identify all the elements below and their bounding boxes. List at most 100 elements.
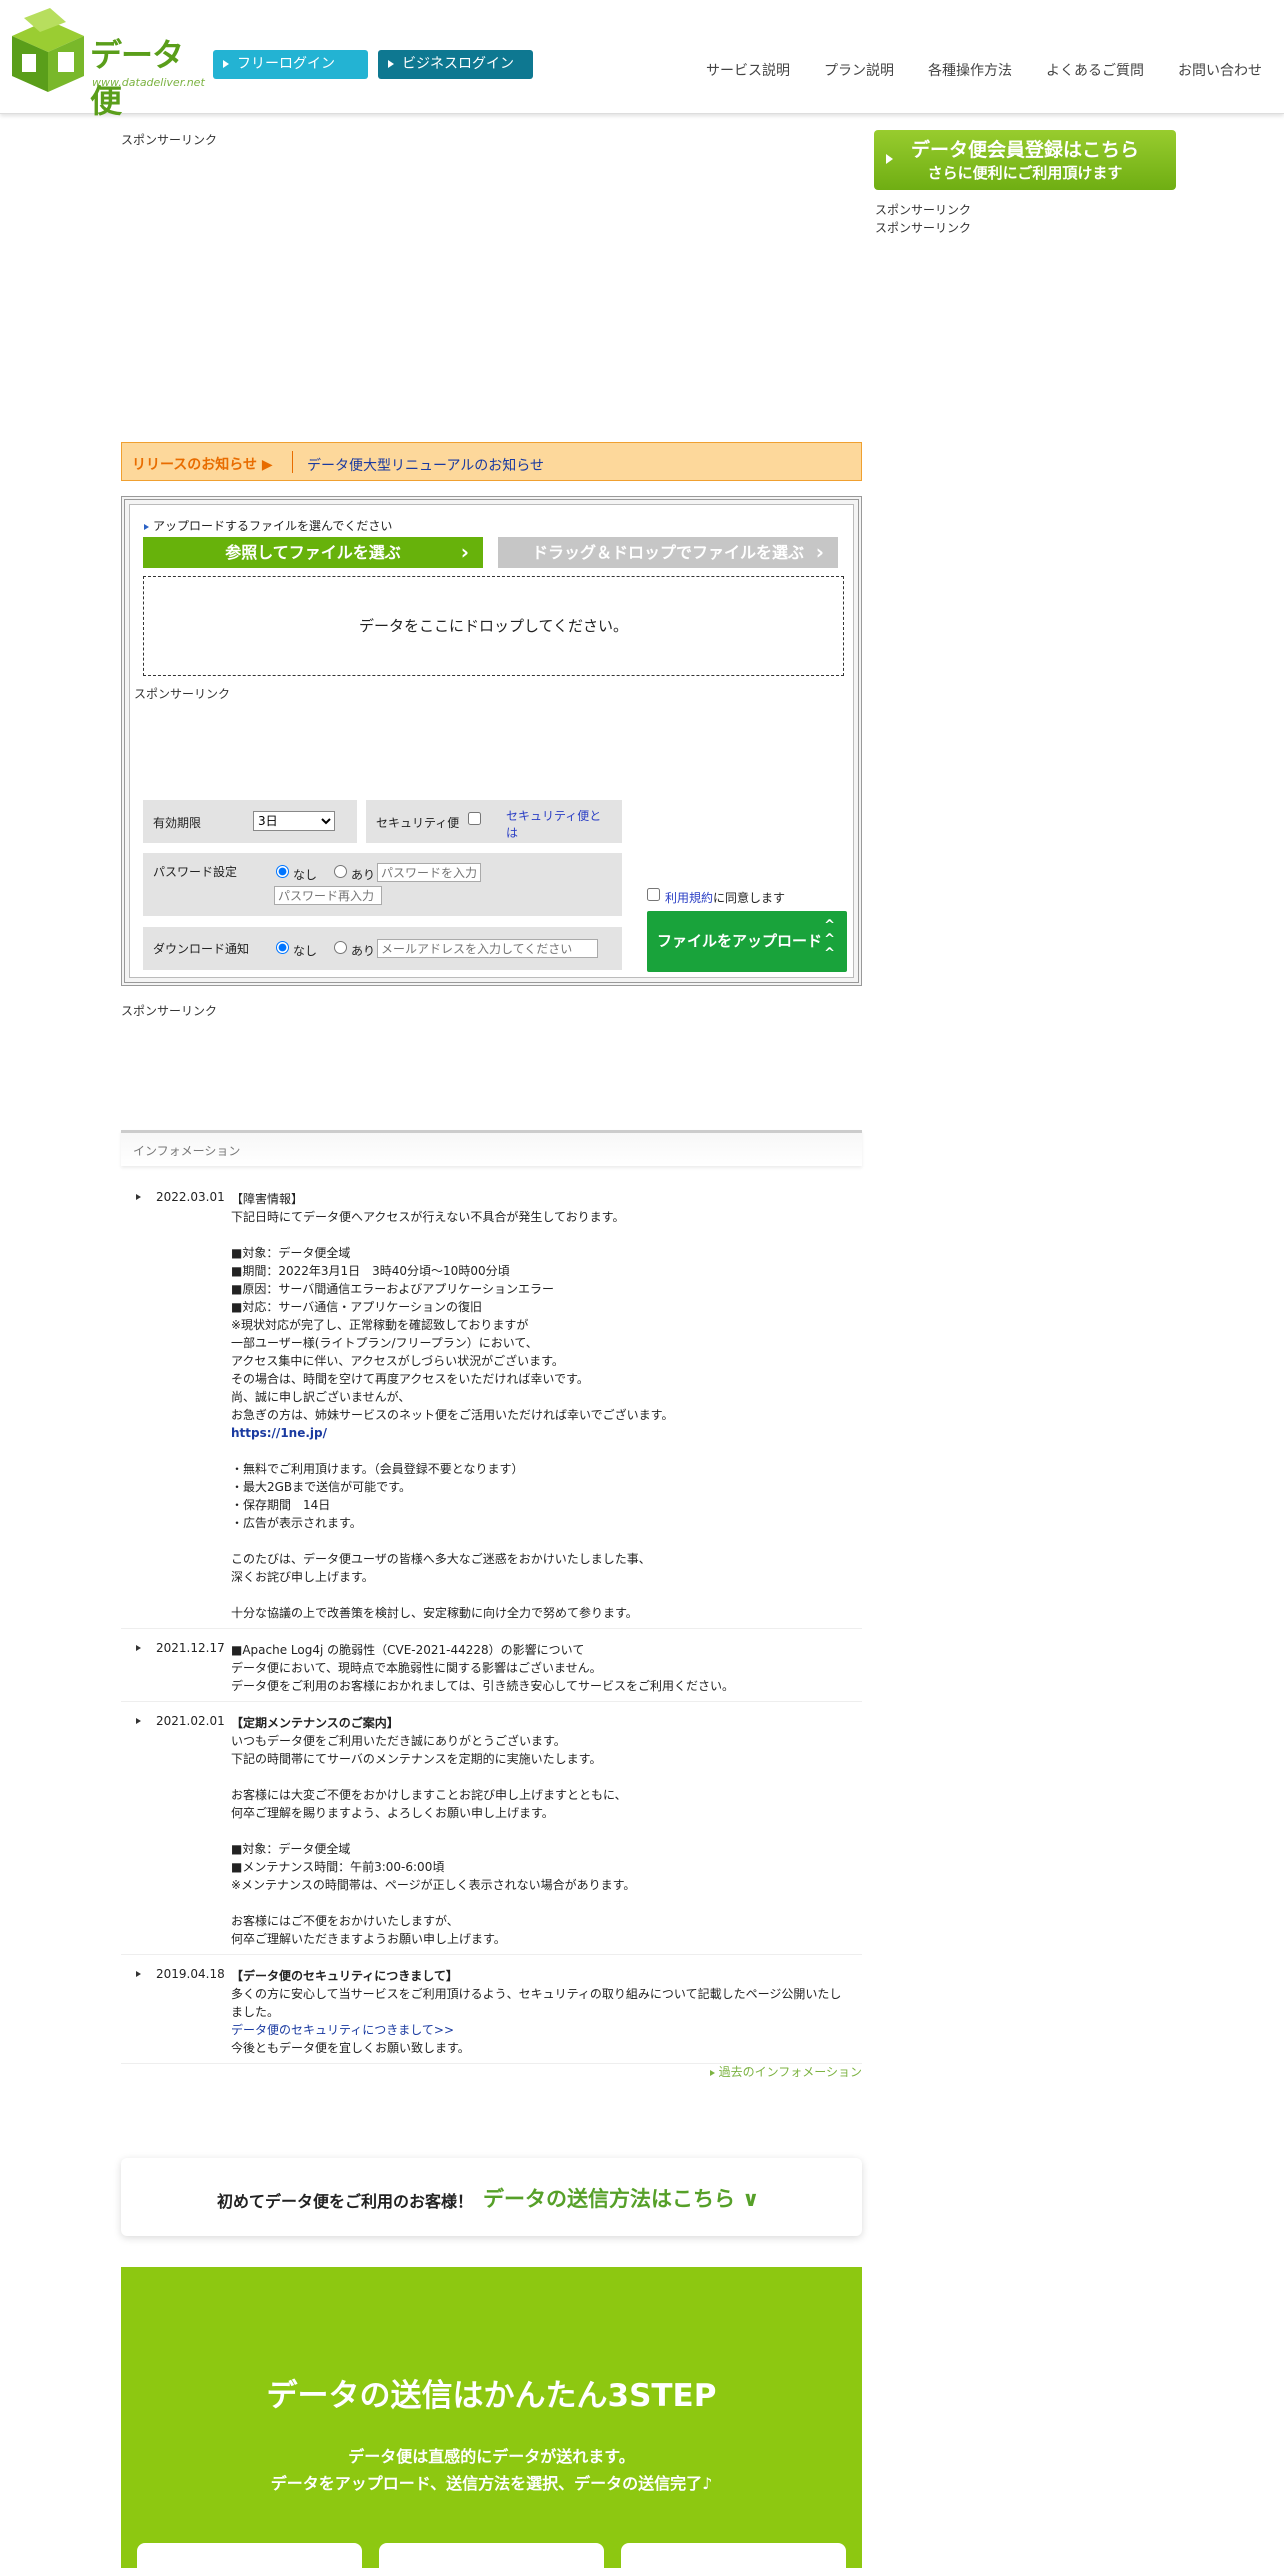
info-line: ・無料でご利用頂けます。（会員登録不要となります） bbox=[231, 1462, 524, 1476]
sponsor-label-top: スポンサーリンク bbox=[121, 133, 218, 147]
release-divider bbox=[292, 451, 293, 473]
info-line: 下記日時にてデータ便へアクセスが行えない不具合が発生しております。 bbox=[231, 1210, 625, 1224]
nav-service[interactable]: サービス説明 bbox=[706, 60, 790, 80]
password-confirm-input[interactable] bbox=[274, 886, 382, 905]
bullet-icon bbox=[136, 1645, 141, 1651]
info-item: 2019.04.18 【データ便のセキュリティにつきまして】 多くの方に安心して… bbox=[121, 1955, 862, 2064]
three-step-subtitle-1: データ便は直感的にデータが送れます。 bbox=[348, 2447, 635, 2466]
security-info-link[interactable]: セキュリティ便とは bbox=[506, 808, 606, 842]
info-body: ■Apache Log4j の脆弱性（CVE-2021-44228）の影響につい… bbox=[231, 1641, 851, 1695]
how-to-send-link[interactable]: データの送信方法はこちら ∨ bbox=[483, 2183, 759, 2213]
info-line: 下記の時間帯にてサーバのメンテナンスを定期的に実施いたします。 bbox=[231, 1752, 602, 1766]
three-step-section: データの送信はかんたん3STEP データ便は直感的にデータが送れます。 データを… bbox=[121, 2267, 862, 2568]
browse-file-button[interactable]: 参照してファイルを選ぶ › bbox=[143, 537, 483, 568]
member-banner-line1: データ便会員登録はこちら bbox=[910, 139, 1139, 161]
info-line: 十分な協議の上で改善策を検討し、安定稼動に向け全力で努めて参ります。 bbox=[231, 1606, 638, 1620]
security-option: セキュリティ便 セキュリティ便とは bbox=[366, 800, 622, 843]
site-logo[interactable]: データ便 www.datadeliver.net bbox=[10, 8, 205, 120]
info-line: データ便において、現時点で本脆弱性に関する影響はございません。 bbox=[231, 1661, 602, 1675]
info-line: お客様には大変ご不便をおかけしますことお詫び申し上げますとともに、 bbox=[231, 1788, 627, 1802]
free-login-button[interactable]: フリーログイン bbox=[213, 50, 368, 79]
info-line: お客様にはご不便をおかけいたしますが、 bbox=[231, 1914, 459, 1928]
step-card bbox=[137, 2543, 362, 2568]
arrow-right-icon bbox=[886, 154, 893, 164]
expiry-option: 有効期限 3日 bbox=[143, 800, 357, 843]
info-line: 今後ともデータ便を宜しくお願い致します。 bbox=[231, 2041, 470, 2055]
security-checkbox[interactable] bbox=[468, 812, 481, 825]
sponsor-label-right-1: スポンサーリンク bbox=[875, 203, 972, 217]
info-line: ■対応：サーバ通信・アプリケーションの復旧 bbox=[231, 1300, 482, 1314]
release-link[interactable]: データ便大型リニューアルのお知らせ bbox=[307, 455, 544, 475]
info-line: 【データ便のセキュリティにつきまして】 bbox=[231, 1969, 458, 1983]
info-line: データ便をご利用のお客様におかれましては、引き続き安心してサービスをご利用くださ… bbox=[231, 1679, 735, 1693]
nav-operations[interactable]: 各種操作方法 bbox=[928, 60, 1012, 80]
info-date: 2019.04.18 bbox=[156, 1967, 225, 1981]
three-step-subtitle-2: データをアップロード、送信方法を選択、データの送信完了♪ bbox=[270, 2474, 713, 2493]
download-notice-label: ダウンロード通知 bbox=[153, 942, 250, 956]
nav-contact[interactable]: お問い合わせ bbox=[1178, 60, 1262, 80]
file-drop-zone[interactable]: データをここにドロップしてください。 bbox=[143, 576, 844, 676]
main-nav: サービス説明 プラン説明 各種操作方法 よくあるご質問 お問い合わせ bbox=[706, 60, 1262, 80]
security-page-link[interactable]: データ便のセキュリティにつきまして>> bbox=[231, 2021, 851, 2039]
netbin-link[interactable]: https://1ne.jp/ bbox=[231, 1424, 851, 1442]
info-line bbox=[231, 1586, 851, 1604]
password-yes-label: あり bbox=[351, 868, 376, 882]
business-login-button[interactable]: ビジネスログイン bbox=[378, 50, 533, 79]
info-item: 2021.12.17 ■Apache Log4j の脆弱性（CVE-2021-4… bbox=[121, 1629, 862, 1702]
info-line bbox=[231, 1822, 851, 1840]
terms-agreement: 利用規約に同意します bbox=[665, 889, 785, 906]
info-line: ■期間：2022年3月1日 3時40分頃～10時00分頃 bbox=[231, 1264, 510, 1278]
chevron-right-icon: › bbox=[815, 540, 824, 564]
info-line bbox=[231, 1442, 851, 1460]
info-line bbox=[231, 1768, 851, 1786]
info-line: 深くお詫び申し上げます。 bbox=[231, 1570, 374, 1584]
release-notice-bar: リリースのお知らせ ▶ データ便大型リニューアルのお知らせ bbox=[121, 442, 862, 481]
info-date: 2021.12.17 bbox=[156, 1641, 225, 1655]
site-header: データ便 www.datadeliver.net フリーログイン ビジネスログイ… bbox=[0, 0, 1284, 120]
download-notice-option: ダウンロード通知 なし あり bbox=[143, 927, 622, 970]
password-none-radio[interactable] bbox=[276, 865, 289, 878]
nav-plan[interactable]: プラン説明 bbox=[824, 60, 894, 80]
nav-faq[interactable]: よくあるご質問 bbox=[1046, 60, 1144, 80]
download-yes-radio[interactable] bbox=[334, 941, 347, 954]
upload-instruction: アップロードするファイルを選んでください bbox=[144, 517, 392, 534]
info-line: ■原因：サーバ間通信エラーおよびアプリケーションエラー bbox=[231, 1282, 554, 1296]
info-line: 一部ユーザー様(ライトプラン/フリープラン）において、 bbox=[231, 1336, 538, 1350]
upload-panel-inner: アップロードするファイルを選んでください 参照してファイルを選ぶ › ドラッグ＆… bbox=[129, 504, 854, 978]
sponsor-label-right-2: スポンサーリンク bbox=[875, 221, 972, 235]
upload-file-label: ファイルをアップロード bbox=[657, 932, 823, 950]
info-line: お急ぎの方は、姉妹サービスのネット便をご活用いただければ幸いでございます。 bbox=[231, 1408, 674, 1422]
bullet-icon bbox=[136, 1718, 141, 1724]
upload-panel: アップロードするファイルを選んでください 参照してファイルを選ぶ › ドラッグ＆… bbox=[121, 496, 862, 986]
info-line: 尚、誠に申し訳ございませんが、 bbox=[231, 1390, 411, 1404]
password-input[interactable] bbox=[377, 863, 481, 882]
expiry-select[interactable]: 3日 bbox=[253, 811, 335, 831]
terms-checkbox[interactable] bbox=[647, 888, 660, 901]
info-line bbox=[231, 1532, 851, 1550]
terms-link[interactable]: 利用規約 bbox=[665, 891, 713, 905]
info-date: 2022.03.01 bbox=[156, 1190, 225, 1204]
info-line: 多くの方に安心して当サービスをご利用頂けるよう、セキュリティの取り組みについて記… bbox=[231, 1987, 842, 2019]
chevron-up-icon: ^ ^ ^ bbox=[824, 918, 835, 961]
upload-file-button[interactable]: ファイルをアップロード ^ ^ ^ bbox=[647, 911, 847, 972]
terms-suffix: に同意します bbox=[713, 891, 786, 905]
password-none-label: なし bbox=[293, 868, 318, 882]
info-line: このたびは、データ便ユーザの皆様へ多大なご迷惑をおかけいたしました事、 bbox=[231, 1552, 651, 1566]
info-date: 2021.02.01 bbox=[156, 1714, 225, 1728]
download-none-label: なし bbox=[293, 944, 318, 958]
member-banner-line2: さらに便利にご利用頂けます bbox=[927, 164, 1123, 182]
info-line: 【障害情報】 bbox=[231, 1192, 304, 1206]
info-line: ・最大2GBまで送信が可能です。 bbox=[231, 1480, 411, 1494]
password-option: パスワード設定 なし あり bbox=[143, 853, 622, 916]
info-line: ■メンテナンス時間：午前3:00-6:00頃 bbox=[231, 1860, 445, 1874]
password-yes-radio[interactable] bbox=[334, 865, 347, 878]
expiry-label: 有効期限 bbox=[153, 816, 202, 830]
member-signup-banner[interactable]: データ便会員登録はこちら さらに便利にご利用頂けます bbox=[874, 130, 1176, 190]
drag-drop-button[interactable]: ドラッグ＆ドロップでファイルを選ぶ › bbox=[498, 537, 838, 568]
past-info-link[interactable]: 過去のインフォメーション bbox=[710, 2063, 862, 2080]
download-none-radio[interactable] bbox=[276, 941, 289, 954]
bullet-icon bbox=[136, 1971, 141, 1977]
info-line bbox=[231, 1894, 851, 1912]
email-input[interactable] bbox=[377, 939, 598, 958]
info-line: 何卒ご理解いただきますようお願い申し上げます。 bbox=[231, 1932, 506, 1946]
